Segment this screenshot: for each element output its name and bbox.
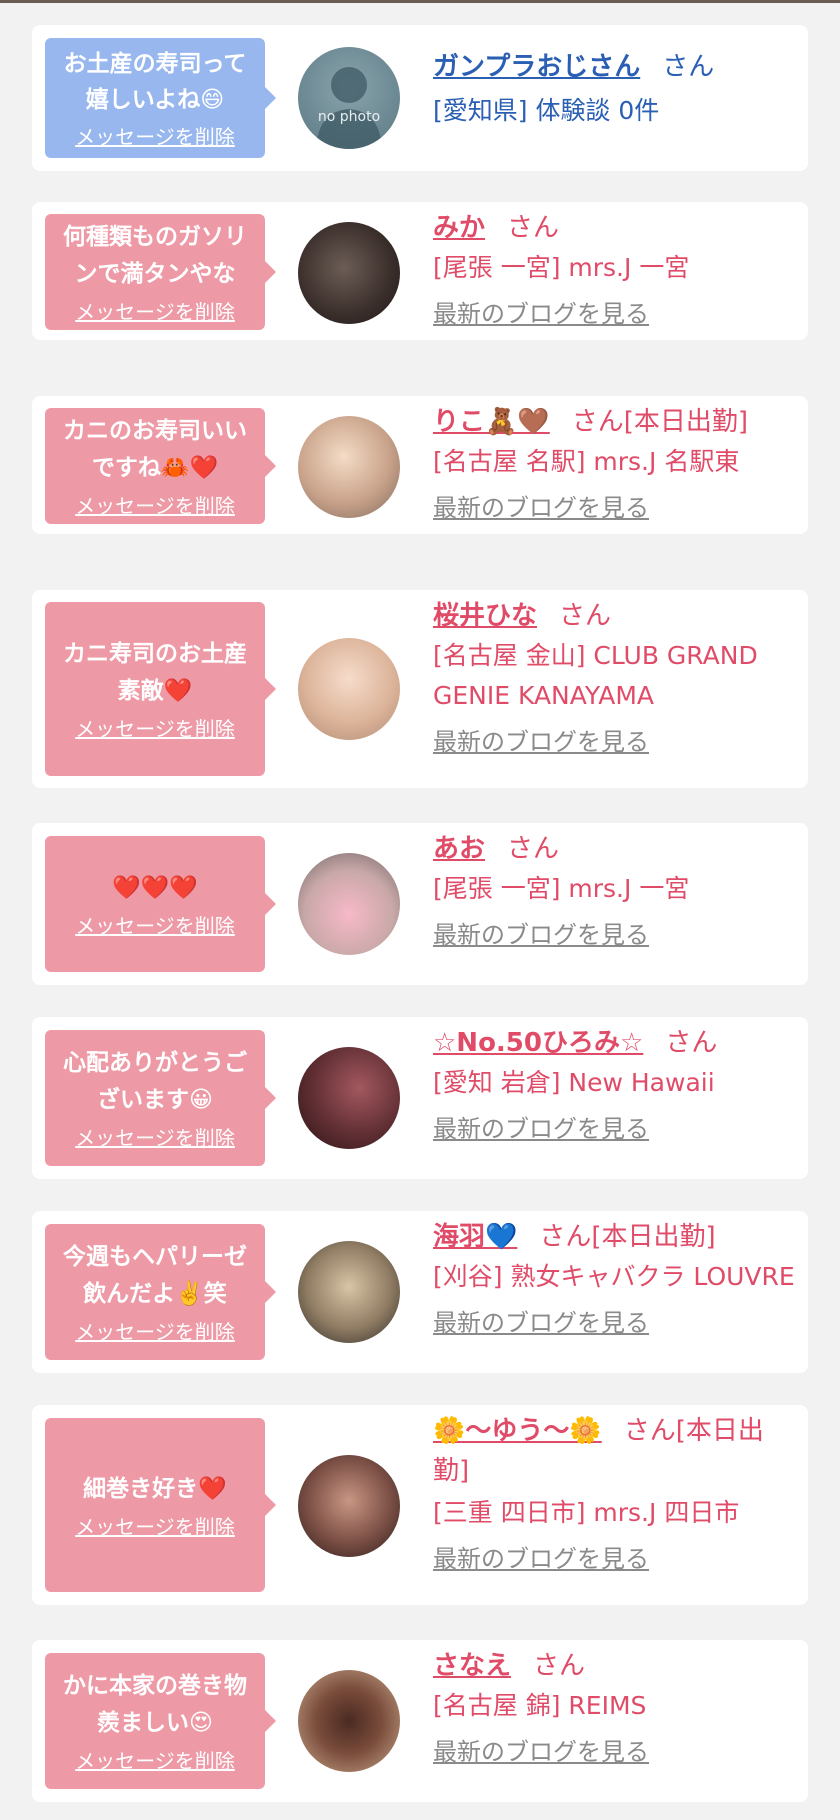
location-text: [名古屋 錦] REIMS [433, 1691, 647, 1720]
message-text: カニ寿司のお土産素敵❤️ [63, 641, 247, 704]
latest-blog-link[interactable]: 最新のブログを見る [433, 1113, 798, 1145]
message-card: 今週もヘパリーゼ飲んだよ✌️笑 メッセージを削除 海羽💙 さん[本日出勤] [刈谷… [32, 1211, 808, 1373]
message-card: 細巻き好き❤️ メッセージを削除 🌼〜ゆう〜🌼 さん[本日出勤] [三重 四日市]… [32, 1405, 808, 1605]
user-name-link[interactable]: 🌼〜ゆう〜🌼 [433, 1416, 602, 1446]
delete-message-button[interactable]: メッセージを削除 [75, 124, 235, 150]
avatar-placeholder-text: no photo [317, 109, 381, 125]
user-info: ガンプラおじさん さん [愛知県] 体験談 0件 [433, 47, 798, 131]
silhouette-icon [316, 67, 382, 149]
delete-message-button[interactable]: メッセージを削除 [75, 1125, 235, 1151]
user-name-link[interactable]: あお [433, 834, 485, 864]
message-bubble: カニのお寿司いいですね🦀❤️ メッセージを削除 [45, 408, 276, 524]
message-bubble: ❤️❤️❤️ メッセージを削除 [45, 836, 276, 972]
avatar[interactable] [298, 1241, 400, 1343]
user-info: りこ🧸🤎 さん[本日出勤] [名古屋 名駅] mrs.J 名駅東 最新のブログを見… [433, 402, 798, 524]
delete-message-button[interactable]: メッセージを削除 [75, 299, 235, 325]
user-name-link[interactable]: ☆No.50ひろみ☆ [433, 1028, 643, 1058]
delete-message-button[interactable]: メッセージを削除 [75, 1748, 235, 1774]
user-info: 海羽💙 さん[本日出勤] [刈谷] 熟女キャバクラ LOUVRE 最新のブログを見… [433, 1217, 798, 1339]
avatar[interactable] [298, 1455, 400, 1557]
message-bubble: 細巻き好き❤️ メッセージを削除 [45, 1418, 276, 1592]
message-bubble: 今週もヘパリーゼ飲んだよ✌️笑 メッセージを削除 [45, 1224, 276, 1360]
message-card: ❤️❤️❤️ メッセージを削除 あお さん [尾張 一宮] mrs.J 一宮 最新… [32, 823, 808, 985]
user-info: さなえ さん [名古屋 錦] REIMS 最新のブログを見る [433, 1646, 798, 1768]
latest-blog-link[interactable]: 最新のブログを見る [433, 492, 798, 524]
latest-blog-link[interactable]: 最新のブログを見る [433, 1736, 798, 1768]
location-text: [愛知 岩倉] New Hawaii [433, 1068, 715, 1097]
honorific: さん [533, 1651, 586, 1681]
avatar[interactable] [298, 1670, 400, 1772]
location-text: [名古屋 金山] CLUB GRAND GENIE KANAYAMA [433, 641, 758, 710]
user-info: みか さん [尾張 一宮] mrs.J 一宮 最新のブログを見る [433, 208, 798, 330]
message-card: カニのお寿司いいですね🦀❤️ メッセージを削除 りこ🧸🤎 さん[本日出勤] [名古… [32, 396, 808, 534]
message-text: 今週もヘパリーゼ飲んだよ✌️笑 [63, 1244, 247, 1307]
honorific: さん [559, 601, 612, 631]
honorific: さん [507, 213, 560, 243]
user-name-link[interactable]: みか [433, 213, 485, 243]
location-text: [尾張 一宮] mrs.J 一宮 [433, 874, 690, 903]
delete-message-button[interactable]: メッセージを削除 [75, 716, 235, 742]
delete-message-button[interactable]: メッセージを削除 [75, 1514, 235, 1540]
top-edge [0, 0, 840, 3]
message-card: お土産の寿司って嬉しいよね😄 メッセージを削除 no photo ガンプラおじさ… [32, 25, 808, 171]
honorific: さん [665, 1028, 718, 1058]
latest-blog-link[interactable]: 最新のブログを見る [433, 1307, 798, 1339]
user-info: あお さん [尾張 一宮] mrs.J 一宮 最新のブログを見る [433, 829, 798, 951]
message-bubble: かに本家の巻き物羨ましい😍 メッセージを削除 [45, 1653, 276, 1789]
user-name-link[interactable]: ガンプラおじさん [433, 52, 640, 82]
message-bubble: 心配ありがとうございます😀 メッセージを削除 [45, 1030, 276, 1166]
delete-message-button[interactable]: メッセージを削除 [75, 1319, 235, 1345]
avatar[interactable] [298, 1047, 400, 1149]
location-text: [愛知県] 体験談 0件 [433, 96, 660, 125]
user-name-link[interactable]: 桜井ひな [433, 601, 537, 631]
message-text: 何種類ものガソリンで満タンやな [63, 224, 247, 287]
delete-message-button[interactable]: メッセージを削除 [75, 913, 235, 939]
message-card: 何種類ものガソリンで満タンやな メッセージを削除 みか さん [尾張 一宮] mr… [32, 202, 808, 340]
delete-message-button[interactable]: メッセージを削除 [75, 493, 235, 519]
location-text: [三重 四日市] mrs.J 四日市 [433, 1498, 740, 1527]
message-text: かに本家の巻き物羨ましい😍 [63, 1673, 247, 1736]
user-info: ☆No.50ひろみ☆ さん [愛知 岩倉] New Hawaii 最新のブログを見… [433, 1023, 798, 1145]
message-bubble: お土産の寿司って嬉しいよね😄 メッセージを削除 [45, 38, 276, 158]
honorific: さん [507, 834, 560, 864]
user-name-link[interactable]: 海羽💙 [433, 1222, 517, 1252]
honorific: さん[本日出勤] [539, 1222, 716, 1252]
message-text: お土産の寿司って嬉しいよね😄 [63, 51, 247, 113]
location-text: [刈谷] 熟女キャバクラ LOUVRE [433, 1262, 795, 1291]
avatar[interactable]: no photo [298, 47, 400, 149]
message-card: カニ寿司のお土産素敵❤️ メッセージを削除 桜井ひな さん [名古屋 金山] CL… [32, 590, 808, 788]
message-bubble: カニ寿司のお土産素敵❤️ メッセージを削除 [45, 602, 276, 776]
avatar[interactable] [298, 222, 400, 324]
user-name-link[interactable]: さなえ [433, 1651, 511, 1681]
honorific: さん [662, 52, 715, 82]
avatar[interactable] [298, 416, 400, 518]
message-text: 心配ありがとうございます😀 [63, 1050, 247, 1113]
location-text: [名古屋 名駅] mrs.J 名駅東 [433, 447, 740, 476]
latest-blog-link[interactable]: 最新のブログを見る [433, 726, 798, 758]
latest-blog-link[interactable]: 最新のブログを見る [433, 1543, 798, 1575]
message-card: 心配ありがとうございます😀 メッセージを削除 ☆No.50ひろみ☆ さん [愛知 … [32, 1017, 808, 1179]
avatar[interactable] [298, 638, 400, 740]
avatar[interactable] [298, 853, 400, 955]
message-card: かに本家の巻き物羨ましい😍 メッセージを削除 さなえ さん [名古屋 錦] REI… [32, 1640, 808, 1802]
latest-blog-link[interactable]: 最新のブログを見る [433, 919, 798, 951]
message-text: 細巻き好き❤️ [83, 1475, 227, 1502]
message-text: ❤️❤️❤️ [112, 874, 198, 901]
user-info: 🌼〜ゆう〜🌼 さん[本日出勤] [三重 四日市] mrs.J 四日市 最新のブログ… [433, 1411, 798, 1575]
latest-blog-link[interactable]: 最新のブログを見る [433, 298, 798, 330]
user-info: 桜井ひな さん [名古屋 金山] CLUB GRAND GENIE KANAYAM… [433, 596, 798, 758]
user-name-link[interactable]: りこ🧸🤎 [433, 407, 550, 437]
message-text: カニのお寿司いいですね🦀❤️ [63, 418, 247, 481]
message-bubble: 何種類ものガソリンで満タンやな メッセージを削除 [45, 214, 276, 330]
location-text: [尾張 一宮] mrs.J 一宮 [433, 253, 690, 282]
honorific: さん[本日出勤] [571, 407, 749, 437]
